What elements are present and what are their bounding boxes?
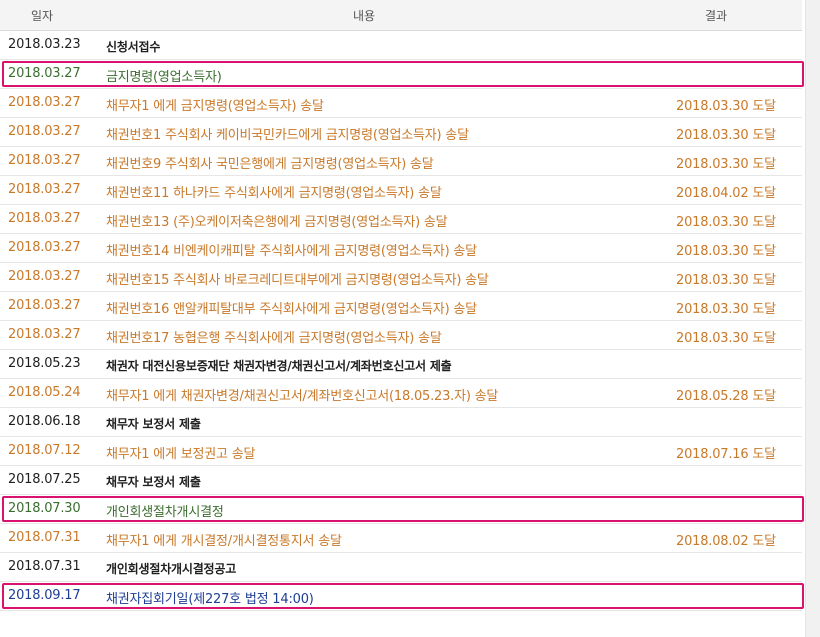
row-date: 2018.07.25	[8, 472, 81, 487]
row-result: 2018.03.30 도달	[676, 244, 776, 259]
row-content: 채권자 대전신용보증재단 채권자변경/채권신고서/계좌번호신고서 제출	[106, 359, 452, 373]
row-content: 개인회생절차개시결정공고	[106, 562, 237, 576]
header-date: 일자	[31, 9, 54, 23]
row-date: 2018.03.27	[8, 153, 81, 168]
row-content: 채권번호9 주식회사 국민은행에게 금지명령(영업소득자) 송달	[106, 157, 434, 172]
table-row: 2018.03.27 채권번호11 하나카드 주식회사에게 금지명령(영업소득자)…	[0, 176, 802, 205]
row-content: 개인회생절차개시결정	[106, 505, 224, 520]
table-row: 2018.07.30 개인회생절차개시결정	[0, 495, 804, 524]
row-content: 채권번호1 주식회사 케이비국민카드에게 금지명령(영업소득자) 송달	[106, 128, 469, 143]
table-row: 2018.03.27 채권번호16 앤알캐피탈대부 주식회사에게 금지명령(영업소…	[0, 292, 802, 321]
row-result: 2018.03.30 도달	[676, 99, 776, 114]
row-date: 2018.07.31	[8, 559, 81, 574]
row-result: 2018.03.30 도달	[676, 215, 776, 230]
row-result: 2018.08.02 도달	[676, 534, 776, 549]
row-date: 2018.03.27	[8, 95, 81, 110]
row-date: 2018.03.27	[8, 240, 81, 255]
row-date: 2018.09.17	[8, 588, 81, 603]
row-content: 채무자 보정서 제출	[106, 417, 201, 431]
table-row: 2018.03.27 금지명령(영업소득자)	[0, 60, 804, 89]
row-result: 2018.03.30 도달	[676, 157, 776, 172]
case-history-table: 일자 내용 결과 2018.03.23 신청서접수 2018.03.27 금지명령(영…	[0, 0, 804, 611]
table-row: 2018.09.17 채권자집회기일(제227호 법정 14:00)	[0, 582, 804, 611]
table-row: 2018.07.31 채무자1 에게 개시결정/개시결정통지서 송달 2018.08…	[0, 524, 802, 553]
row-result: 2018.05.28 도달	[676, 389, 776, 404]
row-content: 채무자1 에게 개시결정/개시결정통지서 송달	[106, 534, 342, 549]
table-row: 2018.07.31 개인회생절차개시결정공고	[0, 553, 802, 582]
row-content: 채권번호16 앤알캐피탈대부 주식회사에게 금지명령(영업소득자) 송달	[106, 302, 477, 317]
row-content: 채무자1 에게 보정권고 송달	[106, 447, 256, 462]
table-body: 2018.03.23 신청서접수 2018.03.27 금지명령(영업소득자) 2018…	[0, 31, 804, 611]
table-row: 2018.07.25 채무자 보정서 제출	[0, 466, 802, 495]
row-result: 2018.03.30 도달	[676, 273, 776, 288]
table-row: 2018.03.27 채권번호17 농협은행 주식회사에게 금지명령(영업소득자)…	[0, 321, 802, 350]
row-content: 채권번호15 주식회사 바로크레디트대부에게 금지명령(영업소득자) 송달	[106, 273, 489, 288]
row-date: 2018.07.12	[8, 443, 81, 458]
row-result: 2018.03.30 도달	[676, 302, 776, 317]
row-content: 채무자1 에게 금지명령(영업소득자) 송달	[106, 99, 324, 114]
row-date: 2018.07.31	[8, 530, 81, 545]
table-row: 2018.03.27 채권번호1 주식회사 케이비국민카드에게 금지명령(영업소득…	[0, 118, 802, 147]
row-date: 2018.03.23	[8, 37, 81, 52]
row-date: 2018.05.24	[8, 385, 81, 400]
table-row: 2018.05.23 채권자 대전신용보증재단 채권자변경/채권신고서/계좌번호신…	[0, 350, 802, 379]
table-row: 2018.03.27 채권번호14 비엔케이캐피탈 주식회사에게 금지명령(영업소…	[0, 234, 802, 263]
table-row: 2018.03.27 채권번호13 (주)오케이저축은행에게 금지명령(영업소득자…	[0, 205, 802, 234]
row-content: 채권번호13 (주)오케이저축은행에게 금지명령(영업소득자) 송달	[106, 215, 448, 230]
row-content: 신청서접수	[106, 40, 161, 54]
table-row: 2018.03.27 채권번호9 주식회사 국민은행에게 금지명령(영업소득자) …	[0, 147, 802, 176]
row-result: 2018.04.02 도달	[676, 186, 776, 201]
row-date: 2018.06.18	[8, 414, 81, 429]
row-result: 2018.07.16 도달	[676, 447, 776, 462]
row-date: 2018.03.27	[8, 66, 81, 81]
row-content: 채무자1 에게 채권자변경/채권신고서/계좌번호신고서(18.05.23.자) …	[106, 389, 499, 404]
table-row: 2018.07.12 채무자1 에게 보정권고 송달 2018.07.16 도달	[0, 437, 802, 466]
row-result: 2018.03.30 도달	[676, 128, 776, 143]
table-row: 2018.05.24 채무자1 에게 채권자변경/채권신고서/계좌번호신고서(18…	[0, 379, 802, 408]
table-header: 일자 내용 결과	[0, 0, 802, 31]
row-date: 2018.05.23	[8, 356, 81, 371]
row-content: 채무자 보정서 제출	[106, 475, 201, 489]
table-row: 2018.03.23 신청서접수	[0, 31, 802, 60]
row-content: 채권자집회기일(제227호 법정 14:00)	[106, 592, 314, 607]
row-date: 2018.03.27	[8, 269, 81, 284]
row-date: 2018.03.27	[8, 327, 81, 342]
table-row: 2018.03.27 채권번호15 주식회사 바로크레디트대부에게 금지명령(영업…	[0, 263, 802, 292]
vertical-scrollbar[interactable]	[805, 0, 820, 637]
header-result: 결과	[705, 9, 728, 23]
row-date: 2018.03.27	[8, 211, 81, 226]
row-date: 2018.07.30	[8, 501, 81, 516]
row-content: 채권번호14 비엔케이캐피탈 주식회사에게 금지명령(영업소득자) 송달	[106, 244, 477, 259]
row-content: 채권번호11 하나카드 주식회사에게 금지명령(영업소득자) 송달	[106, 186, 442, 201]
table-row: 2018.06.18 채무자 보정서 제출	[0, 408, 802, 437]
row-date: 2018.03.27	[8, 182, 81, 197]
header-content: 내용	[353, 9, 376, 23]
row-date: 2018.03.27	[8, 124, 81, 139]
row-content: 채권번호17 농협은행 주식회사에게 금지명령(영업소득자) 송달	[106, 331, 442, 346]
row-result: 2018.03.30 도달	[676, 331, 776, 346]
row-date: 2018.03.27	[8, 298, 81, 313]
table-row: 2018.03.27 채무자1 에게 금지명령(영업소득자) 송달 2018.03.…	[0, 89, 802, 118]
row-content: 금지명령(영업소득자)	[106, 70, 222, 85]
